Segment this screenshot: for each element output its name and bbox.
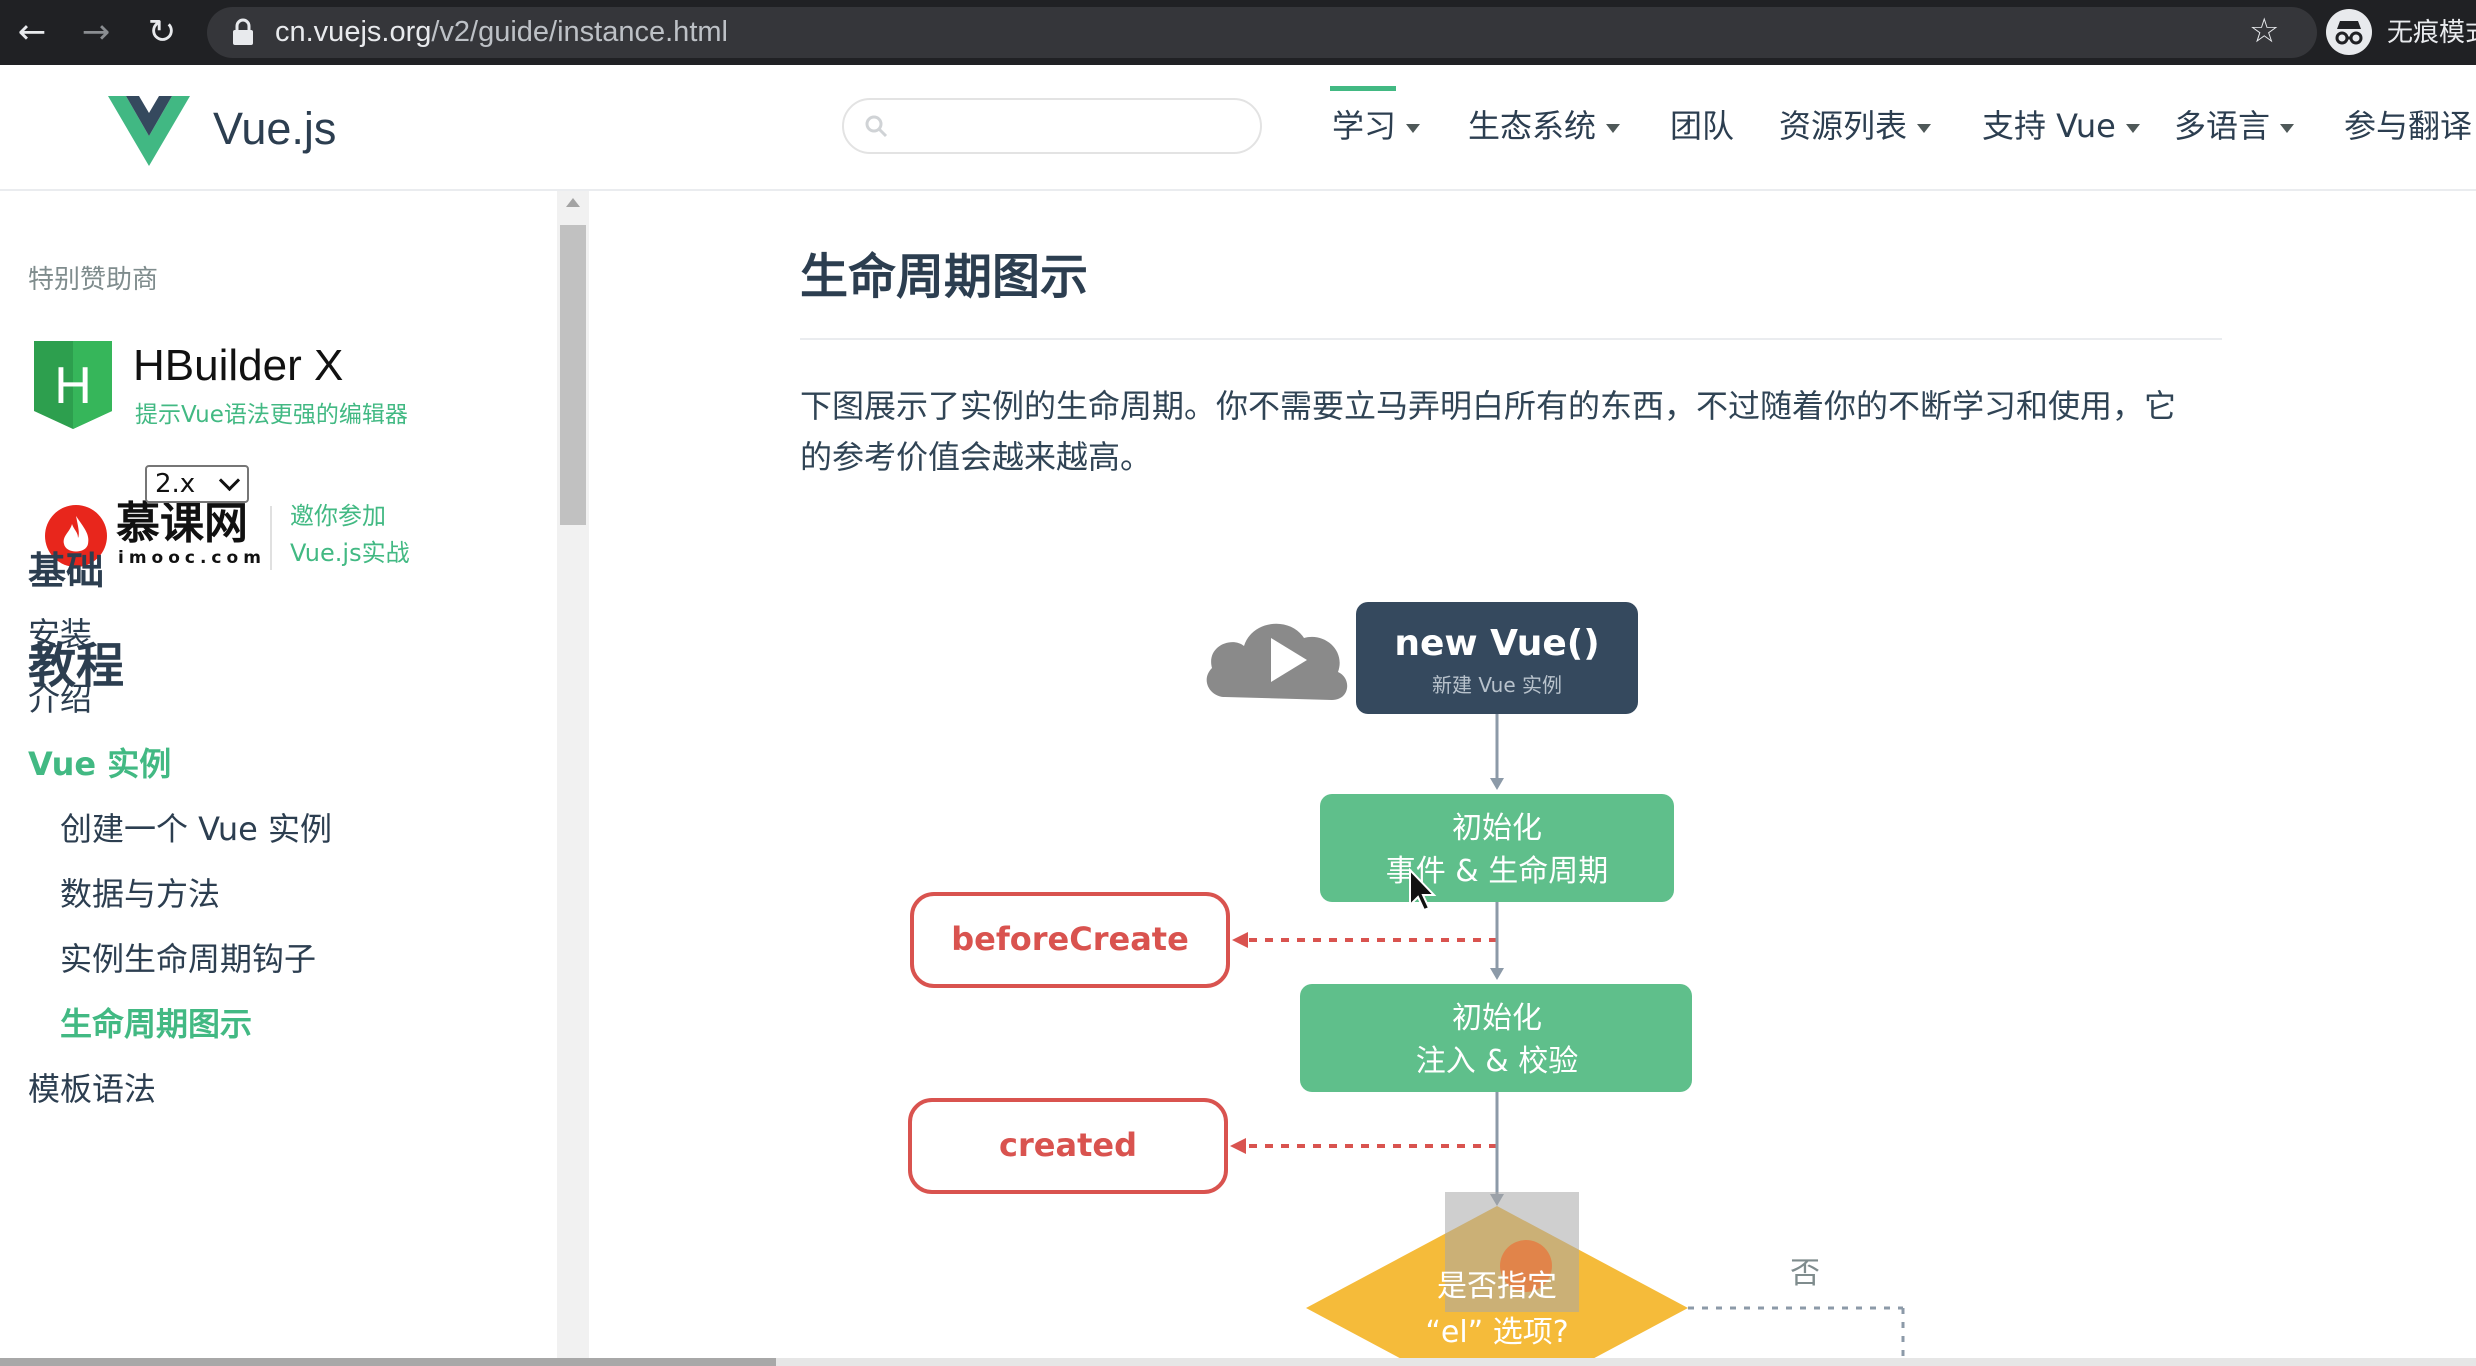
imooc-name[interactable]: 慕课网 — [116, 499, 248, 549]
nav-resources[interactable]: 资源列表 — [1779, 101, 1932, 151]
nav-label: 资源列表 — [1779, 107, 1908, 145]
horizontal-scrollbar-thumb[interactable] — [0, 1358, 776, 1366]
search-input[interactable] — [842, 98, 1262, 154]
sidebar-item-vue-instance[interactable]: Vue 实例 — [28, 742, 171, 786]
version-value: 2.x — [155, 469, 196, 499]
arrow-head — [1490, 968, 1504, 980]
sidebar-subitem-create-instance[interactable]: 创建一个 Vue 实例 — [60, 807, 332, 851]
arrow-head — [1230, 1138, 1246, 1154]
imooc-domain: imooc.com — [118, 548, 266, 568]
sidebar-subitem-lifecycle-diagram[interactable]: 生命周期图示 — [60, 1002, 252, 1046]
nav-label: 多语言 — [2174, 107, 2271, 145]
scroll-up-arrow-icon[interactable] — [566, 198, 580, 207]
created-label: created — [999, 1126, 1137, 1164]
no-branch-label: 否 — [1790, 1256, 1820, 1291]
title-divider — [800, 338, 2222, 340]
arrow-head — [1232, 932, 1248, 948]
lifecycle-diagram: new Vue() 新建 Vue 实例 初始化 事件 & 生命周期 before… — [908, 602, 1905, 1366]
caret-down-icon — [1406, 123, 1421, 133]
init-injections-label2: 注入 & 校验 — [1416, 1044, 1578, 1079]
incognito-icon[interactable] — [2326, 9, 2372, 55]
url-path: /v2/guide/instance.html — [431, 16, 728, 48]
nav-learn[interactable]: 学习 — [1332, 101, 1421, 151]
section-basics: 基础 — [28, 549, 105, 593]
incognito-label: 无痕模式 — [2387, 18, 2476, 48]
browser-toolbar: ← → ↻ cn.vuejs.org/v2/guide/instance.htm… — [0, 0, 2476, 65]
caret-down-icon — [1917, 123, 1932, 133]
url-text[interactable]: cn.vuejs.org/v2/guide/instance.html — [275, 11, 728, 53]
imooc-invite-line1[interactable]: 邀你参加 — [290, 499, 386, 533]
sidebar-item-template-syntax[interactable]: 模板语法 — [28, 1067, 156, 1111]
nav-label: 参与翻译 — [2344, 107, 2473, 145]
forward-arrow-icon[interactable]: → — [72, 8, 120, 56]
reload-icon[interactable]: ↻ — [138, 8, 186, 56]
url-domain: cn.vuejs.org — [275, 16, 432, 48]
bookmark-star-icon[interactable]: ☆ — [2249, 9, 2279, 53]
horizontal-scrollbar[interactable] — [0, 1358, 2476, 1366]
arrow-head — [1490, 778, 1504, 790]
video-play-icon[interactable] — [1206, 623, 1348, 700]
search-icon — [865, 115, 888, 138]
nav-team[interactable]: 团队 — [1670, 101, 1734, 151]
sidebar-subitem-data-methods[interactable]: 数据与方法 — [60, 872, 220, 916]
nav-languages[interactable]: 多语言 — [2174, 101, 2295, 151]
caret-down-icon — [2280, 123, 2295, 133]
lock-icon — [233, 18, 253, 45]
nav-ecosystem[interactable]: 生态系统 — [1468, 101, 1621, 151]
brand-name[interactable]: Vue.js — [213, 99, 336, 159]
nav-translate[interactable]: 参与翻译 — [2344, 101, 2472, 151]
imooc-invite-line2[interactable]: Vue.js实战 — [290, 536, 410, 570]
intro-paragraph-line2: 的参考价值会越来越高。 — [800, 438, 1153, 476]
nav-support[interactable]: 支持 Vue — [1982, 101, 2140, 151]
init-events-label1: 初始化 — [1452, 811, 1542, 846]
svg-text:H: H — [54, 357, 92, 415]
nav-label: 生态系统 — [1468, 107, 1597, 145]
sponsor-title: 特别赞助商 — [28, 265, 159, 295]
page-title: 生命周期图示 — [800, 249, 1089, 305]
vue-logo-icon[interactable] — [108, 96, 190, 166]
divider — [270, 506, 272, 570]
sidebar-item-intro[interactable]: 介绍 — [28, 677, 92, 721]
decision-label1: 是否指定 — [1437, 1269, 1557, 1304]
caret-down-icon — [2125, 123, 2140, 133]
nav-label: 团队 — [1670, 107, 1735, 145]
new-vue-sublabel: 新建 Vue 实例 — [1432, 673, 1562, 697]
before-create-label: beforeCreate — [951, 920, 1189, 958]
hbuilder-desc[interactable]: 提示Vue语法更强的编辑器 — [135, 399, 408, 431]
sidebar-scrollbar-thumb[interactable] — [560, 225, 586, 525]
decision-label2: “el” 选项? — [1425, 1315, 1568, 1350]
back-arrow-icon[interactable]: ← — [8, 8, 56, 56]
sidebar-item-install[interactable]: 安装 — [28, 612, 92, 656]
site-header: Vue.js 学习 生态系统 团队 资源列表 支持 Vue 多语言 参与翻译 — [0, 65, 2476, 191]
nav-active-indicator — [1330, 86, 1396, 91]
caret-down-icon — [1606, 123, 1621, 133]
sidebar-subitem-lifecycle-hooks[interactable]: 实例生命周期钩子 — [60, 937, 316, 981]
nav-label: 支持 Vue — [1982, 107, 2116, 145]
new-vue-label: new Vue() — [1394, 623, 1599, 664]
nav-label: 学习 — [1332, 107, 1397, 145]
sidebar: 特别赞助商 H HBuilder X 提示Vue语法更强的编辑器 慕课网 imo… — [0, 191, 556, 1366]
version-select[interactable]: 2.x — [145, 465, 249, 503]
init-injections-label1: 初始化 — [1452, 1001, 1542, 1036]
hbuilder-logo-icon[interactable]: H — [34, 341, 112, 429]
hbuilder-name[interactable]: HBuilder X — [133, 339, 343, 393]
chevron-down-icon — [218, 469, 241, 492]
intro-paragraph-line1: 下图展示了实例的生命周期。你不需要立马弄明白所有的东西，不过随着你的不断学习和使… — [800, 387, 2177, 425]
